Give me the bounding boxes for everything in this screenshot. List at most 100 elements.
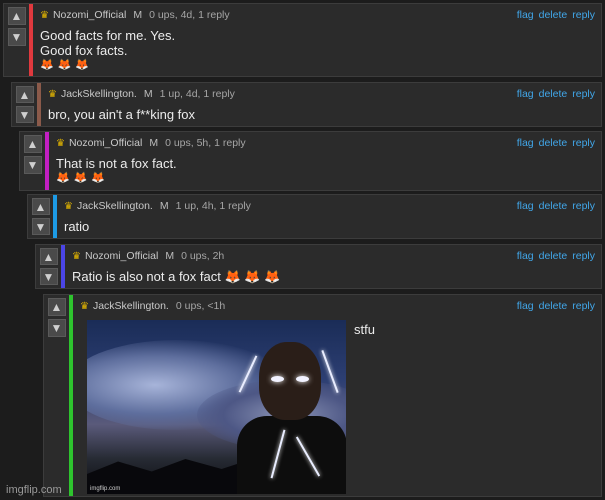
comment-line: Ratio is also not a fox fact 🦊 🦊 🦊 — [72, 269, 281, 284]
reply-link[interactable]: reply — [572, 300, 595, 312]
vote-column: ▲ ▼ — [36, 245, 61, 288]
fox-emoji: 🦊🦊🦊 — [40, 59, 94, 71]
thread-bar — [69, 295, 73, 496]
comment-meta: 0 ups, 4d, 1 reply — [149, 9, 230, 21]
meme-image[interactable]: imgflip.com — [87, 320, 346, 494]
vote-column: ▲ ▼ — [28, 195, 53, 238]
comment-line: Good facts for me. Yes. — [40, 28, 176, 43]
delete-link[interactable]: delete — [539, 9, 568, 21]
thread-bar — [53, 195, 57, 238]
comment-line: ratio — [64, 219, 90, 234]
up-arrow-icon[interactable]: ▲ — [31, 198, 50, 215]
down-arrow-icon[interactable]: ▼ — [23, 156, 42, 174]
comment-body: ♛ Nozomi_Official M 0 ups, 2h flag delet… — [72, 248, 595, 284]
crown-icon: ♛ — [48, 88, 57, 100]
up-arrow-icon[interactable]: ▲ — [7, 7, 26, 25]
man-head — [259, 342, 321, 420]
comment-actions: flag delete reply — [517, 137, 595, 149]
delete-link[interactable]: delete — [539, 200, 568, 212]
mod-badge: M — [133, 9, 143, 21]
flag-link[interactable]: flag — [517, 88, 534, 100]
comment-meta: 0 ups, <1h — [175, 300, 226, 312]
delete-link[interactable]: delete — [539, 88, 568, 100]
vote-column: ▲ ▼ — [4, 4, 29, 76]
username[interactable]: Nozomi_Official — [53, 9, 126, 21]
glowing-eye — [271, 376, 284, 382]
comment-meta: 1 up, 4h, 1 reply — [175, 200, 251, 212]
down-arrow-icon[interactable]: ▼ — [15, 106, 34, 123]
flag-link[interactable]: flag — [517, 9, 534, 21]
up-arrow-icon[interactable]: ▲ — [39, 248, 58, 265]
username[interactable]: JackSkellington. — [93, 300, 169, 312]
flag-link[interactable]: flag — [517, 250, 534, 262]
delete-link[interactable]: delete — [539, 250, 568, 262]
comment: ▲ ▼ ♛ Nozomi_Official M 0 ups, 5h, 1 rep… — [19, 131, 602, 191]
mod-badge: M — [149, 137, 159, 149]
up-arrow-icon[interactable]: ▲ — [15, 86, 34, 103]
vote-column: ▲ ▼ — [44, 295, 69, 496]
down-arrow-icon[interactable]: ▼ — [39, 268, 58, 285]
mod-badge: M — [159, 200, 169, 212]
thread-bar — [29, 4, 33, 76]
up-arrow-icon[interactable]: ▲ — [47, 298, 66, 316]
comment-body: ♛ JackSkellington. M 1 up, 4h, 1 reply f… — [64, 198, 595, 234]
reply-link[interactable]: reply — [572, 88, 595, 100]
comment-header: ♛ Nozomi_Official M 0 ups, 4d, 1 reply f… — [40, 7, 595, 23]
username[interactable]: JackSkellington. — [61, 88, 137, 100]
comment-header: ♛ JackSkellington. 0 ups, <1h flag delet… — [80, 298, 595, 314]
down-arrow-icon[interactable]: ▼ — [31, 218, 50, 235]
comment-actions: flag delete reply — [517, 250, 595, 262]
thread-bar — [37, 83, 41, 126]
mod-badge: M — [143, 88, 153, 100]
mod-badge: M — [165, 250, 175, 262]
comment-text: Good facts for me. Yes. Good fox facts. … — [40, 28, 595, 73]
fox-emoji: 🦊🦊🦊 — [56, 172, 110, 184]
reply-link[interactable]: reply — [572, 137, 595, 149]
comment-meta: 0 ups, 2h — [181, 250, 225, 262]
username[interactable]: Nozomi_Official — [85, 250, 158, 262]
comment-header: ♛ Nozomi_Official M 0 ups, 2h flag delet… — [72, 248, 595, 264]
comment-meta: 1 up, 4d, 1 reply — [159, 88, 235, 100]
reply-link[interactable]: reply — [572, 250, 595, 262]
flag-link[interactable]: flag — [517, 300, 534, 312]
reply-link[interactable]: reply — [572, 200, 595, 212]
comment: ▲ ▼ ♛ JackSkellington. M 1 up, 4d, 1 rep… — [11, 82, 602, 127]
comment-line: That is not a fox fact. — [56, 156, 177, 171]
down-arrow-icon[interactable]: ▼ — [7, 28, 26, 46]
delete-link[interactable]: delete — [539, 137, 568, 149]
thread-bar — [61, 245, 65, 288]
thread-bar — [45, 132, 49, 190]
comment-text: stfu — [354, 322, 375, 337]
comment-line: bro, you ain't a f**king fox — [48, 107, 196, 122]
vote-column: ▲ ▼ — [12, 83, 37, 126]
flag-link[interactable]: flag — [517, 200, 534, 212]
comment-header: ♛ JackSkellington. M 1 up, 4d, 1 reply f… — [48, 86, 595, 102]
crown-icon: ♛ — [56, 137, 65, 149]
comment-actions: flag delete reply — [517, 88, 595, 100]
reply-link[interactable]: reply — [572, 9, 595, 21]
username[interactable]: Nozomi_Official — [69, 137, 142, 149]
comment-text: That is not a fox fact. 🦊🦊🦊 — [56, 156, 595, 186]
comment: ▲ ▼ ♛ JackSkellington. M 1 up, 4h, 1 rep… — [27, 194, 602, 239]
comment-body: ♛ Nozomi_Official M 0 ups, 4d, 1 reply f… — [40, 7, 595, 73]
lightning-bolt — [321, 350, 339, 393]
comment-header: ♛ JackSkellington. M 1 up, 4h, 1 reply f… — [64, 198, 595, 214]
lightning-bolt — [238, 355, 258, 393]
image-watermark: imgflip.com — [90, 486, 121, 492]
username[interactable]: JackSkellington. — [77, 200, 153, 212]
down-arrow-icon[interactable]: ▼ — [47, 319, 66, 337]
imgflip-footer: imgflip.com — [6, 484, 62, 496]
comment: ▲ ▼ ♛ JackSkellington. 0 ups, <1h flag d… — [43, 294, 602, 497]
up-arrow-icon[interactable]: ▲ — [23, 135, 42, 153]
comment-body: ♛ JackSkellington. 0 ups, <1h flag delet… — [80, 298, 595, 496]
comment: ▲ ▼ ♛ Nozomi_Official M 0 ups, 4d, 1 rep… — [3, 3, 602, 77]
crown-icon: ♛ — [64, 200, 73, 212]
comment-actions: flag delete reply — [517, 9, 595, 21]
comment-actions: flag delete reply — [517, 200, 595, 212]
comment-body: ♛ Nozomi_Official M 0 ups, 5h, 1 reply f… — [56, 135, 595, 186]
comment-header: ♛ Nozomi_Official M 0 ups, 5h, 1 reply f… — [56, 135, 595, 151]
delete-link[interactable]: delete — [539, 300, 568, 312]
man-shirt — [237, 416, 346, 494]
flag-link[interactable]: flag — [517, 137, 534, 149]
crown-icon: ♛ — [40, 9, 49, 21]
